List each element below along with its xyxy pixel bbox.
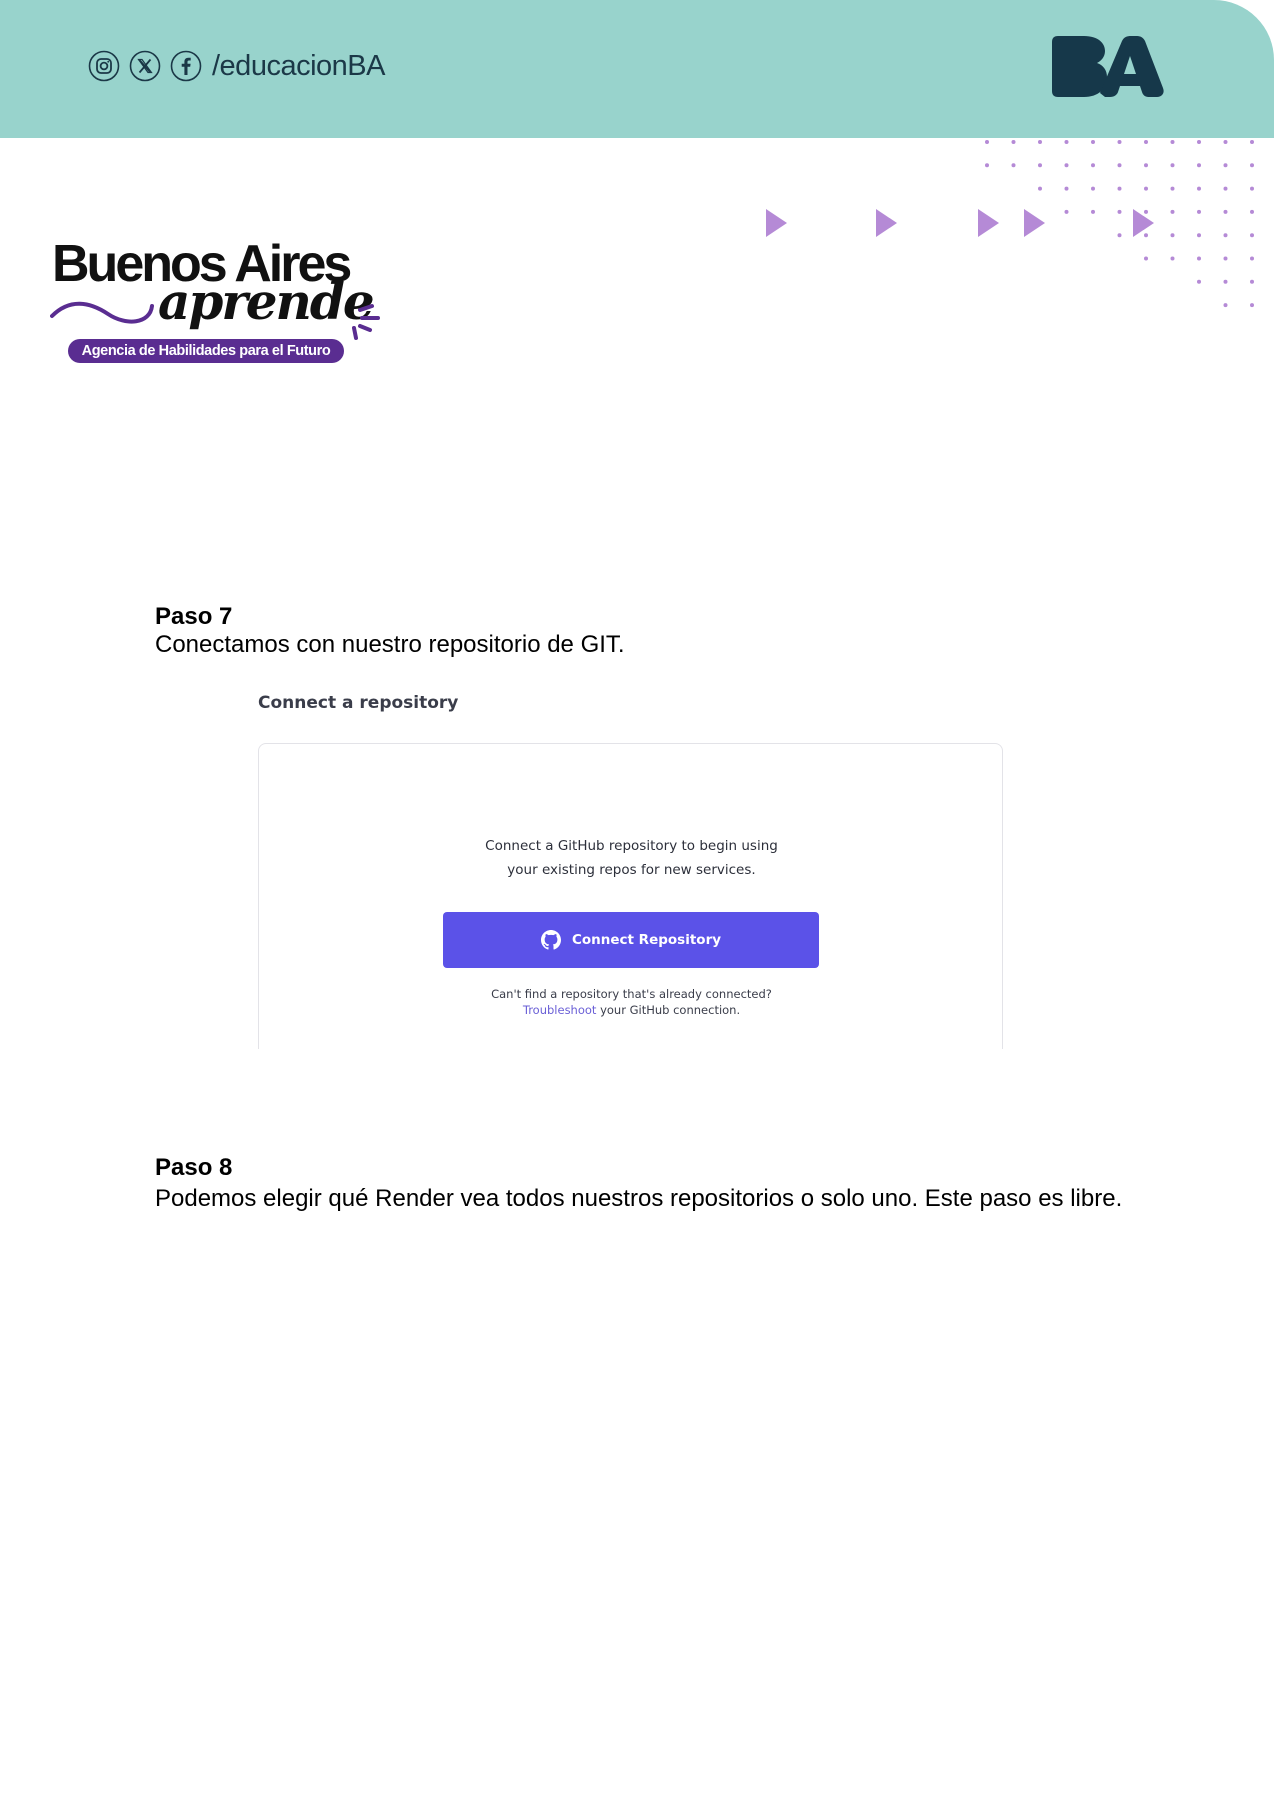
decorative-dot: [1250, 163, 1254, 168]
decorative-dot: [1144, 163, 1148, 168]
buenos-aires-aprende-logo: Buenos Aires aprende Agencia de Habilida…: [50, 236, 390, 366]
decorative-dot: [1197, 163, 1201, 168]
decorative-dot: [1250, 140, 1254, 144]
step-7-text: Conectamos con nuestro repositorio de GI…: [155, 631, 625, 658]
connect-description: Connect a GitHub repository to begin usi…: [259, 834, 1004, 882]
decorative-dot: [1038, 163, 1042, 168]
social-handle[interactable]: /educacionBA: [212, 50, 385, 83]
decorative-dot: [1250, 209, 1254, 214]
decorative-dot: [1011, 163, 1016, 168]
decorative-dot: [1144, 140, 1148, 144]
connect-description-line-1: Connect a GitHub repository to begin usi…: [485, 838, 778, 854]
decorative-dot: [1091, 163, 1095, 168]
decorative-dot: [1223, 256, 1228, 261]
connect-repository-heading: Connect a repository: [258, 693, 459, 713]
connect-repository-card: Connect a GitHub repository to begin usi…: [258, 743, 1003, 1049]
decorative-dot: [1038, 186, 1042, 191]
decorative-dot: [1091, 140, 1095, 144]
step-8-text: Podemos elegir qué Render vea todos nues…: [155, 1185, 1123, 1212]
decorative-dots: [975, 130, 1265, 380]
social-links: /educacionBA: [88, 49, 385, 83]
help-line-2-rest: your GitHub connection.: [596, 1003, 741, 1017]
github-icon: [540, 930, 561, 950]
decorative-dot: [1170, 163, 1175, 168]
step-7-title: Paso 7: [155, 603, 233, 630]
decorative-dot: [1064, 186, 1069, 191]
decorative-dot: [1117, 186, 1122, 191]
decorative-dot: [1064, 163, 1069, 168]
decorative-dot: [1170, 186, 1175, 191]
decorative-dot: [985, 140, 989, 144]
decorative-dot: [1170, 233, 1175, 238]
decorative-dot: [1144, 186, 1148, 191]
decorative-dot: [1223, 233, 1228, 238]
decorative-dot: [1064, 140, 1069, 144]
decorative-dot: [1197, 186, 1201, 191]
decorative-dot: [1011, 140, 1016, 144]
decorative-dot: [985, 163, 989, 168]
step-8-title: Paso 8: [155, 1154, 233, 1181]
decorative-dot: [1250, 303, 1254, 308]
decorative-dot: [1250, 233, 1254, 238]
connect-repository-label: Connect Repository: [571, 932, 722, 948]
decorative-dot: [1091, 186, 1095, 191]
decorative-dot: [1197, 279, 1201, 284]
decorative-dot: [1250, 279, 1254, 284]
help-line-2: Troubleshoot your GitHub connection.: [259, 1002, 1004, 1018]
brand-tagline: Agencia de Habilidades para el Futuro: [68, 339, 344, 363]
decorative-dot: [1223, 303, 1228, 308]
instagram-icon[interactable]: [88, 50, 120, 82]
decorative-dot: [1250, 186, 1254, 191]
decorative-dot: [1170, 209, 1175, 214]
x-icon[interactable]: [129, 50, 161, 82]
decorative-dot: [1250, 256, 1254, 261]
connect-description-line-2: your existing repos for new services.: [507, 862, 756, 878]
decorative-dot: [1038, 140, 1042, 144]
decorative-dot: [1223, 140, 1228, 144]
connect-repository-button[interactable]: Connect Repository: [443, 912, 819, 968]
decorative-dot: [1223, 186, 1228, 191]
decorative-dot: [1197, 256, 1201, 261]
decorative-dot: [1117, 163, 1122, 168]
help-line-1: Can't find a repository that's already c…: [491, 987, 772, 1001]
decorative-dot: [1223, 279, 1228, 284]
decorative-dot: [1170, 256, 1175, 261]
troubleshoot-help: Can't find a repository that's already c…: [259, 986, 1004, 1018]
decorative-dot: [1223, 163, 1228, 168]
decorative-arrows: [760, 205, 1160, 241]
facebook-icon[interactable]: [170, 50, 202, 82]
decorative-dot: [1144, 256, 1148, 261]
page-header: /educacionBA: [0, 0, 1274, 138]
decorative-dot: [1197, 209, 1201, 214]
ba-logo: [1050, 36, 1164, 98]
troubleshoot-link[interactable]: Troubleshoot: [523, 1003, 597, 1017]
decorative-dot: [1170, 140, 1175, 144]
decorative-dot: [1117, 140, 1122, 144]
decorative-dot: [1197, 233, 1201, 238]
decorative-dot: [1223, 209, 1228, 214]
decorative-dot: [1197, 140, 1201, 144]
